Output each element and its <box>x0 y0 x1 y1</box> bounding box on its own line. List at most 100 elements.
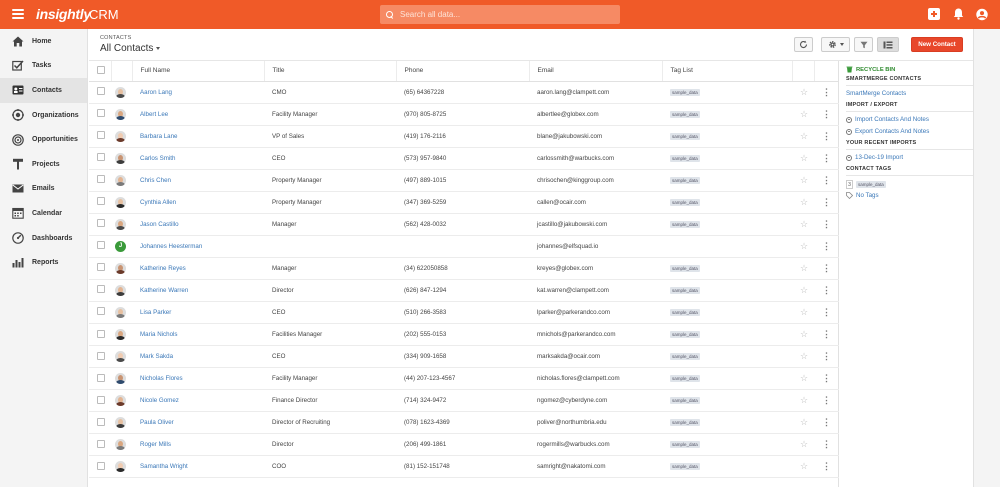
more-actions-icon[interactable]: ⋮ <box>822 175 831 185</box>
sidebar-item-projects[interactable]: Projects <box>0 152 87 177</box>
user-profile-icon[interactable] <box>976 8 988 20</box>
column-header-email[interactable]: Email <box>529 61 663 82</box>
row-checkbox[interactable] <box>97 439 105 448</box>
avatar[interactable] <box>115 284 126 296</box>
tag-badge[interactable]: sample_data <box>670 397 700 405</box>
more-actions-icon[interactable]: ⋮ <box>822 109 831 119</box>
table-row[interactable]: Maria Nichols Facilities Manager (202) 5… <box>89 323 839 347</box>
more-actions-icon[interactable]: ⋮ <box>822 439 831 449</box>
contact-name-link[interactable]: Lisa Parker <box>140 309 171 316</box>
more-actions-icon[interactable]: ⋮ <box>822 197 831 207</box>
avatar[interactable] <box>115 395 126 407</box>
row-checkbox[interactable] <box>97 307 105 316</box>
page-scrollbar[interactable] <box>973 29 1000 487</box>
row-checkbox[interactable] <box>97 285 105 294</box>
star-icon[interactable]: ☆ <box>800 307 808 317</box>
more-actions-icon[interactable]: ⋮ <box>822 241 831 251</box>
star-icon[interactable]: ☆ <box>800 461 808 471</box>
table-row[interactable]: Barbara Lane VP of Sales (419) 176-2116 … <box>89 125 839 148</box>
contact-name-link[interactable]: Carlos Smith <box>140 155 175 162</box>
contact-name-link[interactable]: Jason Castillo <box>140 221 179 228</box>
table-row[interactable]: Albert Lee Facility Manager (970) 805-87… <box>89 103 839 126</box>
table-row[interactable]: Nicole Gomez Finance Director (714) 324-… <box>89 389 839 413</box>
no-tags-link[interactable]: No Tags <box>840 192 973 199</box>
avatar[interactable] <box>115 152 126 164</box>
avatar[interactable] <box>115 86 126 98</box>
avatar[interactable] <box>115 351 126 363</box>
star-icon[interactable]: ☆ <box>800 263 808 273</box>
table-row[interactable]: Chris Chen Property Manager (497) 889-10… <box>89 169 839 192</box>
star-icon[interactable]: ☆ <box>800 197 808 207</box>
row-checkbox[interactable] <box>97 87 105 96</box>
table-row[interactable]: Samantha Wright COO (81) 152-151748 samr… <box>89 455 839 479</box>
avatar[interactable] <box>115 218 126 230</box>
layout-toggle-button[interactable] <box>877 37 899 52</box>
avatar[interactable] <box>115 439 126 451</box>
more-actions-icon[interactable]: ⋮ <box>822 395 831 405</box>
tag-badge[interactable]: sample_data <box>670 375 700 383</box>
filter-button[interactable] <box>854 37 873 52</box>
avatar[interactable] <box>115 461 126 473</box>
table-row[interactable]: Roger Mills Director (206) 499-1861 roge… <box>89 433 839 457</box>
row-checkbox[interactable] <box>97 197 105 206</box>
contact-name-link[interactable]: Barbara Lane <box>140 133 178 140</box>
view-selector[interactable]: All Contacts <box>100 43 161 54</box>
row-checkbox[interactable] <box>97 373 105 382</box>
column-header-tag-list[interactable]: Tag List <box>662 61 793 82</box>
tag-badge[interactable]: sample_data <box>670 110 700 118</box>
more-actions-icon[interactable]: ⋮ <box>822 461 831 471</box>
contact-name-link[interactable]: Mark Sakda <box>140 353 173 360</box>
contact-name-link[interactable]: Paula Oliver <box>140 419 174 426</box>
tag-badge[interactable]: sample_data <box>670 176 700 184</box>
refresh-button[interactable] <box>794 37 813 52</box>
row-checkbox[interactable] <box>97 241 105 250</box>
breadcrumb[interactable]: CONTACTS <box>100 35 131 41</box>
more-actions-icon[interactable]: ⋮ <box>822 285 831 295</box>
contact-name-link[interactable]: Maria Nichols <box>140 331 177 338</box>
avatar[interactable] <box>115 329 126 341</box>
contact-name-link[interactable]: Albert Lee <box>140 111 168 118</box>
table-row[interactable]: Aaron Lang CMO (65) 64367228 aaron.lang@… <box>89 81 839 104</box>
avatar[interactable] <box>115 417 126 429</box>
table-row[interactable]: J Johannes Heesterman johannes@elfsquad.… <box>89 235 839 258</box>
app-logo[interactable]: insightly <box>36 6 91 22</box>
search-input[interactable] <box>400 10 600 19</box>
contact-name-link[interactable]: Nicole Gomez <box>140 397 179 404</box>
column-header-title[interactable]: Title <box>264 61 397 82</box>
contact-name-link[interactable]: Johannes Heesterman <box>140 243 202 250</box>
table-row[interactable]: Nicholas Flores Facility Manager (44) 20… <box>89 367 839 391</box>
more-actions-icon[interactable]: ⋮ <box>822 87 831 97</box>
contact-name-link[interactable]: Chris Chen <box>140 177 171 184</box>
star-icon[interactable]: ☆ <box>800 175 808 185</box>
table-row[interactable]: Jason Castillo Manager (562) 428-0032 jc… <box>89 213 839 236</box>
import-contacts-link[interactable]: Import Contacts And Notes <box>840 116 973 123</box>
column-header-full-name[interactable]: Full Name <box>132 61 265 82</box>
notifications-bell-icon[interactable] <box>952 8 964 20</box>
table-row[interactable]: Mark Sakda CEO (334) 909-1658 marksakda@… <box>89 345 839 369</box>
more-actions-icon[interactable]: ⋮ <box>822 219 831 229</box>
sidebar-item-dashboards[interactable]: Dashboards <box>0 226 87 251</box>
table-row[interactable]: Katherine Warren Director (626) 847-1294… <box>89 279 839 302</box>
recent-import-link[interactable]: 13-Dec-19 Import <box>840 154 973 161</box>
star-icon[interactable]: ☆ <box>800 153 808 163</box>
star-icon[interactable]: ☆ <box>800 131 808 141</box>
tag-badge[interactable]: sample_data <box>670 220 700 228</box>
avatar[interactable] <box>115 196 126 208</box>
star-icon[interactable]: ☆ <box>800 329 808 339</box>
contact-name-link[interactable]: Nicholas Flores <box>140 375 183 382</box>
row-checkbox[interactable] <box>97 329 105 338</box>
star-icon[interactable]: ☆ <box>800 219 808 229</box>
row-checkbox[interactable] <box>97 153 105 162</box>
sidebar-item-contacts[interactable]: Contacts <box>0 78 87 103</box>
tag-badge[interactable]: sample_data <box>670 154 700 162</box>
avatar[interactable]: J <box>115 240 126 252</box>
quick-add-icon[interactable] <box>928 8 940 20</box>
more-actions-icon[interactable]: ⋮ <box>822 153 831 163</box>
sidebar-item-home[interactable]: Home <box>0 29 87 54</box>
more-actions-icon[interactable]: ⋮ <box>822 263 831 273</box>
sidebar-item-opportunities[interactable]: Opportunities <box>0 127 87 152</box>
avatar[interactable] <box>115 262 126 274</box>
tag-badge[interactable]: sample_data <box>670 132 700 140</box>
contact-name-link[interactable]: Cynthia Allen <box>140 199 176 206</box>
table-row[interactable]: Katherine Reyes Manager (34) 622050858 k… <box>89 257 839 280</box>
